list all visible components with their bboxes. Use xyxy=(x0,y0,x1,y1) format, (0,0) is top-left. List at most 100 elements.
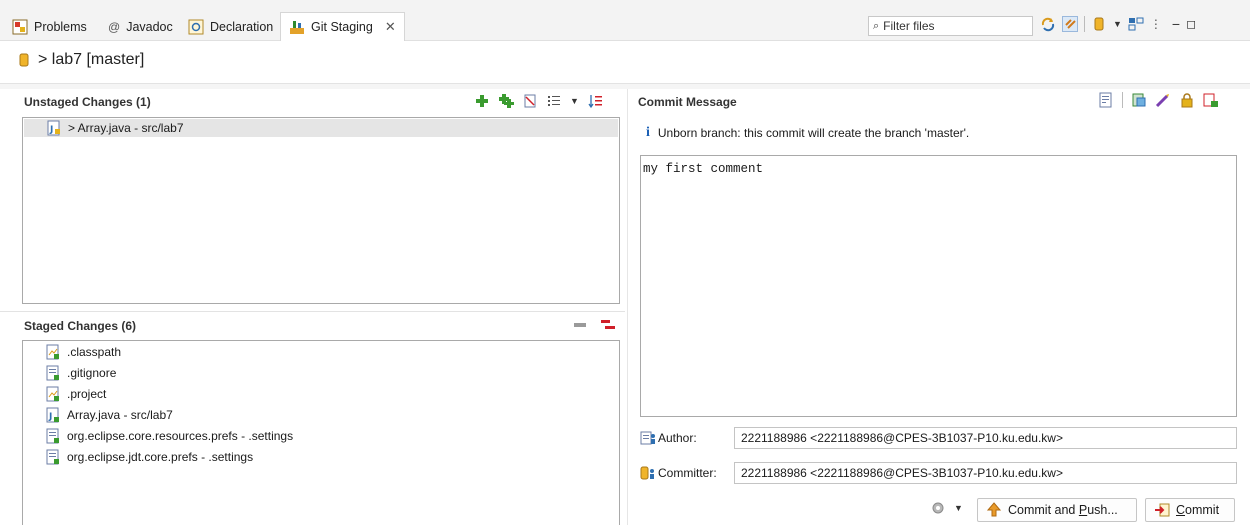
search-icon: ⌕ xyxy=(873,19,880,32)
list-item[interactable]: org.eclipse.core.resources.prefs - .sett… xyxy=(45,427,293,445)
chevron-down-icon: ▼ xyxy=(954,503,963,513)
maximize-icon[interactable]: ◻ xyxy=(1186,17,1196,31)
info-icon: i xyxy=(646,125,650,140)
list-item-label: > Array.java - src/lab7 xyxy=(68,121,184,135)
list-item-label: Array.java - src/lab7 xyxy=(67,408,173,422)
filter-files-input[interactable]: ⌕ Filter files xyxy=(868,16,1033,36)
gpg-sign-icon[interactable] xyxy=(1179,92,1195,108)
list-item-label: .classpath xyxy=(67,345,122,359)
at-icon: @ xyxy=(108,19,121,34)
list-item-label: .project xyxy=(67,387,107,401)
gear-icon xyxy=(930,500,946,516)
declaration-icon xyxy=(188,19,204,35)
refresh-icon[interactable] xyxy=(1040,16,1056,32)
commit-settings-dropdown[interactable]: ▼ xyxy=(930,500,963,516)
list-item-label: .gitignore xyxy=(67,366,117,380)
push-label-prefix: Commit and xyxy=(1008,503,1079,517)
svg-text:J: J xyxy=(49,125,53,135)
java-file-icon: J xyxy=(46,120,62,136)
commit-label-suffix: ommit xyxy=(1185,503,1220,517)
list-item[interactable]: .classpath xyxy=(45,343,121,361)
presentation-list-icon[interactable] xyxy=(546,93,562,109)
author-label: Author: xyxy=(658,431,697,445)
toolbar-separator xyxy=(1084,16,1085,32)
chevron-down-icon[interactable]: ▼ xyxy=(570,96,579,106)
problems-icon xyxy=(12,19,28,35)
stage-all-icon[interactable] xyxy=(498,93,514,109)
unstaged-toolbar: ▼ xyxy=(474,93,603,109)
commit-toolbar xyxy=(1098,92,1219,108)
repository-cylinder-icon xyxy=(16,52,32,68)
list-item[interactable]: org.eclipse.jdt.core.prefs - .settings xyxy=(45,448,253,466)
push-label-mnemonic: P xyxy=(1078,503,1088,517)
commit-label-mnemonic: C xyxy=(1176,503,1186,517)
list-item-label: org.eclipse.core.resources.prefs - .sett… xyxy=(67,429,294,443)
list-item[interactable]: .gitignore xyxy=(45,364,116,382)
unborn-branch-text: Unborn branch: this commit will create t… xyxy=(657,126,970,140)
amend-icon[interactable] xyxy=(1131,92,1147,108)
list-item[interactable]: J Array.java - src/lab7 xyxy=(45,406,173,424)
added-file-icon xyxy=(45,449,61,465)
commit-and-push-button[interactable]: Commit and Push... xyxy=(977,498,1137,522)
committer-label: Committer: xyxy=(658,466,717,480)
commit-button[interactable]: Commit xyxy=(1145,498,1235,522)
tab-git-staging[interactable]: Git Staging ✕ xyxy=(280,12,405,41)
unstaged-changes-list[interactable]: J > Array.java - src/lab7 xyxy=(22,117,620,304)
committer-label-group: Committer: xyxy=(640,465,717,481)
commit-icon xyxy=(1154,502,1170,518)
author-label-group: Author: xyxy=(640,430,697,446)
pane-sash[interactable] xyxy=(627,89,628,525)
git-staging-icon xyxy=(289,19,305,35)
commit-label: Commit xyxy=(1176,503,1219,517)
link-with-selection-icon[interactable] xyxy=(1062,16,1078,32)
svg-text:J: J xyxy=(48,412,52,422)
unborn-branch-notice: i Unborn branch: this commit will create… xyxy=(646,125,969,141)
staged-changes-title: Staged Changes (6) xyxy=(24,319,137,333)
list-item[interactable]: .project xyxy=(45,385,106,403)
author-icon xyxy=(640,430,656,446)
unstage-all-icon[interactable] xyxy=(600,317,616,333)
tab-javadoc-label: Javadoc xyxy=(126,19,173,34)
preferences-icon[interactable] xyxy=(1098,92,1114,108)
change-id-icon[interactable] xyxy=(1203,92,1219,108)
filter-files-placeholder: Filter files xyxy=(883,19,935,33)
push-icon xyxy=(986,502,1002,518)
ignore-file-icon[interactable] xyxy=(522,93,538,109)
committer-input[interactable]: 2221188986 <2221188986@CPES-3B1037-P10.k… xyxy=(734,462,1237,484)
staged-changes-list[interactable]: .classpath .gitignore .project J Array.j… xyxy=(22,340,620,525)
presentation-layout-icon[interactable] xyxy=(1128,16,1144,32)
list-item[interactable]: J > Array.java - src/lab7 xyxy=(24,119,618,137)
java-file-icon: J xyxy=(45,407,61,423)
chevron-down-icon[interactable]: ▼ xyxy=(1113,19,1122,29)
list-item-label: org.eclipse.jdt.core.prefs - .settings xyxy=(67,450,254,464)
repository-path: > lab7 [master] xyxy=(38,51,145,68)
tab-git-staging-label: Git Staging xyxy=(311,20,373,34)
stage-selected-icon[interactable] xyxy=(474,93,490,109)
added-file-icon xyxy=(45,428,61,444)
repository-icon[interactable] xyxy=(1091,16,1107,32)
view-menu-icon[interactable]: ⋮ xyxy=(1150,17,1162,31)
unstaged-changes-title: Unstaged Changes (1) xyxy=(24,95,151,109)
commit-and-push-label: Commit and Push... xyxy=(1008,503,1118,517)
toolbar-separator xyxy=(1122,92,1123,108)
added-file-icon xyxy=(45,386,61,402)
tab-problems-label: Problems xyxy=(34,19,87,34)
tab-declaration-label: Declaration xyxy=(210,19,274,34)
minimize-icon[interactable]: − xyxy=(1172,16,1180,32)
unstage-selected-icon[interactable] xyxy=(572,317,588,333)
commit-message-title: Commit Message xyxy=(638,95,737,109)
view-tab-bar: Problems @ Javadoc Declaration Git Stagi… xyxy=(0,0,1250,41)
tab-declaration[interactable]: Declaration xyxy=(188,13,273,40)
tab-javadoc[interactable]: @ Javadoc xyxy=(108,13,173,40)
commit-message-input[interactable]: my first comment xyxy=(640,155,1237,417)
sign-off-icon[interactable] xyxy=(1155,92,1171,108)
committer-icon xyxy=(640,465,656,481)
staged-toolbar xyxy=(572,317,616,333)
sort-icon[interactable] xyxy=(587,93,603,109)
added-file-icon xyxy=(45,365,61,381)
author-input[interactable]: 2221188986 <2221188986@CPES-3B1037-P10.k… xyxy=(734,427,1237,449)
close-icon[interactable]: ✕ xyxy=(385,19,396,35)
tab-problems[interactable]: Problems xyxy=(12,13,87,40)
push-label-suffix: ush... xyxy=(1087,503,1118,517)
view-toolbar: ▼ ⋮ − ◻ xyxy=(1040,16,1196,32)
